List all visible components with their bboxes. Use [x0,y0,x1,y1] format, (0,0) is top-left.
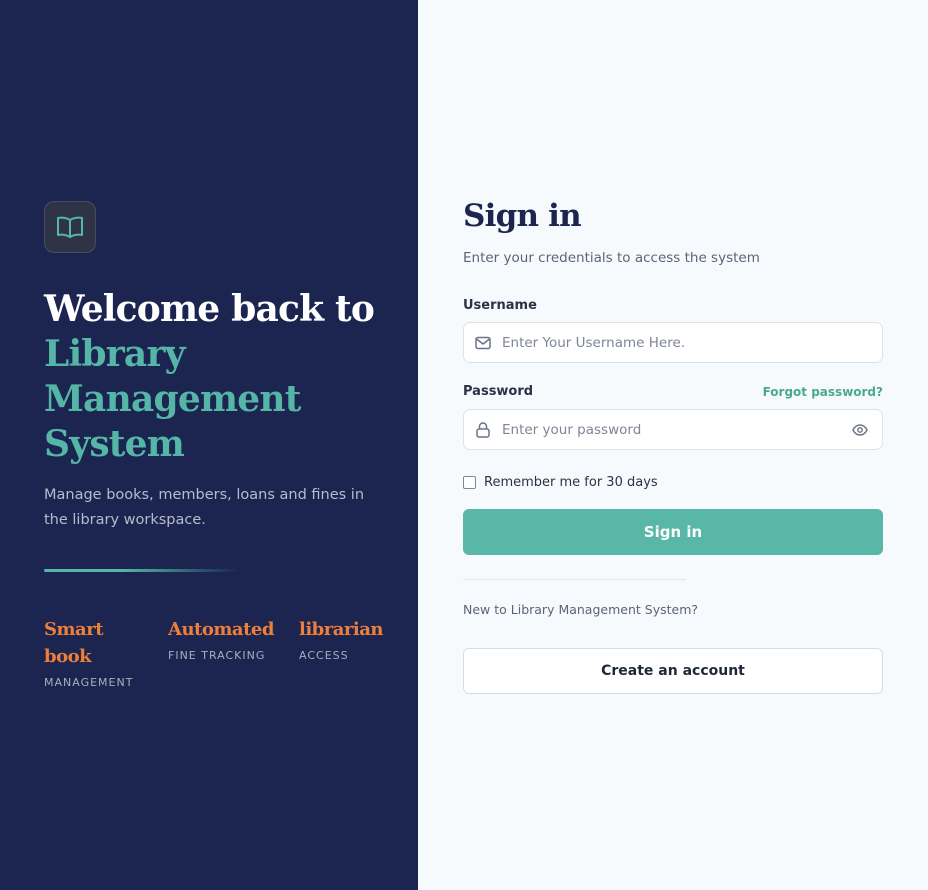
new-user-text: New to Library Management System? [463,602,699,617]
headline-line: Welcome back to [44,288,375,330]
username-field [463,322,883,363]
feature-title: librarian [299,619,383,640]
logo [44,201,96,253]
headline-accent-line: Management [44,378,301,420]
username-input[interactable] [502,323,882,362]
divider [463,579,686,580]
feature-title: Automated [168,619,274,640]
feature-title: Smart book [44,619,104,667]
accent-divider [44,569,239,572]
feature-subtitle: ACCESS [299,649,349,662]
feature-fine-tracking: Automated FINE TRACKING [168,616,288,662]
username-label: Username [463,298,537,313]
sign-in-panel: Sign in Enter your credentials to access… [418,0,928,890]
remember-me[interactable]: Remember me for 30 days [463,475,658,490]
password-field [463,409,883,450]
tagline: Manage books, members, loans and fines i… [44,487,365,528]
feature-book-management: Smart book MANAGEMENT [44,616,144,689]
page-title: Sign in [463,198,582,234]
feature-subtitle: MANAGEMENT [44,676,134,689]
brand-panel: Welcome back to Library Management Syste… [0,0,418,890]
feature-librarian-access: librarian ACCESS [299,616,399,662]
password-label: Password [463,384,534,399]
mail-icon [464,336,502,350]
feature-subtitle: FINE TRACKING [168,649,266,662]
headline-accent-line: Library [44,333,186,375]
remember-me-label: Remember me for 30 days [484,475,658,490]
lock-icon [464,421,502,438]
sign-in-button[interactable]: Sign in [463,509,883,555]
welcome-headline: Welcome back to Library Management Syste… [44,287,384,467]
create-account-button[interactable]: Create an account [463,648,883,694]
book-open-icon [57,216,83,238]
headline-accent-line: System [44,423,185,465]
password-input[interactable] [502,410,838,449]
page-subtitle: Enter your credentials to access the sys… [463,250,760,266]
show-password-eye-icon[interactable] [838,423,882,436]
remember-me-checkbox[interactable] [463,476,476,489]
forgot-password-link[interactable]: Forgot password? [763,385,883,399]
